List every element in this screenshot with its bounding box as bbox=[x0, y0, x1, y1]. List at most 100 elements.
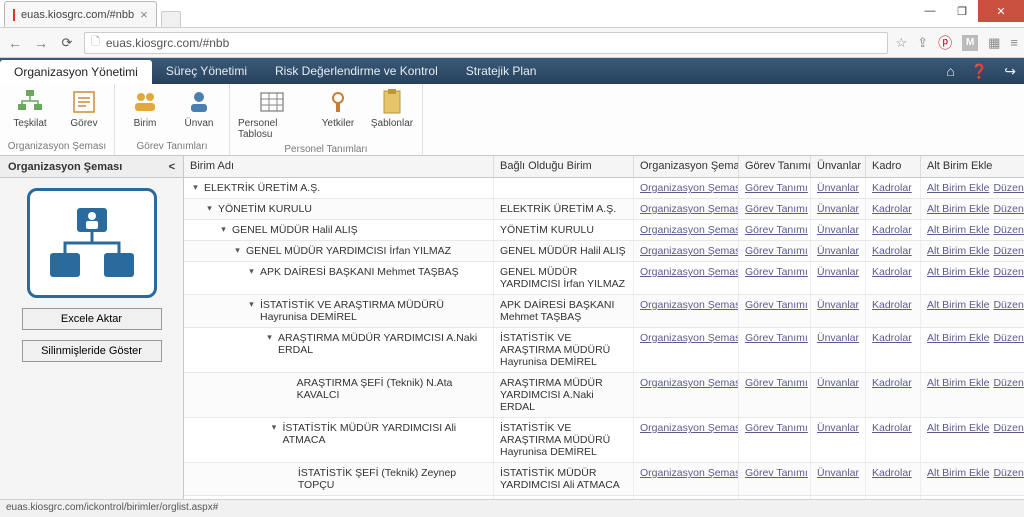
window-maximize[interactable]: ❐ bbox=[946, 0, 978, 22]
link-alt-birim-ekle[interactable]: Alt Birim Ekle bbox=[927, 467, 989, 491]
expander-icon[interactable]: ▾ bbox=[246, 266, 257, 277]
new-tab-button[interactable] bbox=[161, 11, 181, 27]
link-kadrolar[interactable]: Kadrolar bbox=[872, 467, 912, 479]
link-org-sema[interactable]: Organizasyon Şeması bbox=[640, 332, 739, 344]
link-duzenle[interactable]: Düzenle bbox=[993, 224, 1024, 236]
link-org-sema[interactable]: Organizasyon Şeması bbox=[640, 266, 739, 278]
link-unvanlar[interactable]: Ünvanlar bbox=[817, 332, 859, 344]
link-duzenle[interactable]: Düzenle bbox=[993, 332, 1024, 368]
link-duzenle[interactable]: Düzenle bbox=[993, 299, 1024, 323]
link-alt-birim-ekle[interactable]: Alt Birim Ekle bbox=[927, 203, 989, 215]
link-unvanlar[interactable]: Ünvanlar bbox=[817, 224, 859, 236]
link-org-sema[interactable]: Organizasyon Şeması bbox=[640, 377, 739, 389]
link-gorev-tanimi[interactable]: Görev Tanımı bbox=[745, 245, 808, 257]
menu-organizasyon[interactable]: Organizasyon Yönetimi bbox=[0, 60, 152, 84]
link-unvanlar[interactable]: Ünvanlar bbox=[817, 299, 859, 311]
expander-icon[interactable]: ▾ bbox=[246, 299, 257, 310]
expander-icon[interactable]: ▾ bbox=[264, 332, 275, 343]
link-duzenle[interactable]: Düzenle bbox=[993, 182, 1024, 194]
home-icon[interactable]: ⌂ bbox=[938, 58, 962, 84]
link-unvanlar[interactable]: Ünvanlar bbox=[817, 266, 859, 278]
star-icon[interactable]: ☆ bbox=[896, 35, 908, 51]
link-org-sema[interactable]: Organizasyon Şeması bbox=[640, 299, 739, 311]
ribbon-gorev[interactable]: Görev bbox=[60, 86, 108, 131]
show-deleted-button[interactable]: Silinmişleride Göster bbox=[22, 340, 162, 362]
link-alt-birim-ekle[interactable]: Alt Birim Ekle bbox=[927, 332, 989, 368]
link-kadrolar[interactable]: Kadrolar bbox=[872, 245, 912, 257]
link-unvanlar[interactable]: Ünvanlar bbox=[817, 203, 859, 215]
link-kadrolar[interactable]: Kadrolar bbox=[872, 224, 912, 236]
ribbon-sablonlar[interactable]: Şablonlar bbox=[368, 86, 416, 142]
link-alt-birim-ekle[interactable]: Alt Birim Ekle bbox=[927, 245, 989, 257]
menu-stratejik[interactable]: Stratejik Plan bbox=[452, 58, 551, 84]
link-gorev-tanimi[interactable]: Görev Tanımı bbox=[745, 224, 808, 236]
ribbon-birim[interactable]: Birim bbox=[121, 86, 169, 131]
link-kadrolar[interactable]: Kadrolar bbox=[872, 422, 912, 434]
link-gorev-tanimi[interactable]: Görev Tanımı bbox=[745, 299, 808, 311]
menu-icon[interactable]: ≡ bbox=[1010, 35, 1018, 50]
tab-close-icon[interactable]: × bbox=[140, 7, 148, 22]
link-alt-birim-ekle[interactable]: Alt Birim Ekle bbox=[927, 299, 989, 323]
link-unvanlar[interactable]: Ünvanlar bbox=[817, 245, 859, 257]
link-alt-birim-ekle[interactable]: Alt Birim Ekle bbox=[927, 224, 989, 236]
collapse-icon[interactable]: < bbox=[169, 161, 175, 173]
browser-tab[interactable]: euas.kiosgrc.com/#nbb × bbox=[4, 1, 157, 27]
ribbon-personel-tablosu[interactable]: Personel Tablosu bbox=[236, 86, 308, 142]
omnibox[interactable]: 🗋 euas.kiosgrc.com/#nbb bbox=[84, 32, 888, 54]
ribbon-teskilat[interactable]: Teşkilat bbox=[6, 86, 54, 131]
link-org-sema[interactable]: Organizasyon Şeması bbox=[640, 467, 739, 479]
menu-surec[interactable]: Süreç Yönetimi bbox=[152, 58, 261, 84]
link-alt-birim-ekle[interactable]: Alt Birim Ekle bbox=[927, 377, 989, 413]
link-unvanlar[interactable]: Ünvanlar bbox=[817, 182, 859, 194]
link-gorev-tanimi[interactable]: Görev Tanımı bbox=[745, 422, 808, 434]
link-alt-birim-ekle[interactable]: Alt Birim Ekle bbox=[927, 266, 989, 290]
export-excel-button[interactable]: Excele Aktar bbox=[22, 308, 162, 330]
link-kadrolar[interactable]: Kadrolar bbox=[872, 203, 912, 215]
link-kadrolar[interactable]: Kadrolar bbox=[872, 377, 912, 389]
window-minimize[interactable]: — bbox=[914, 0, 946, 22]
ribbon-unvan[interactable]: Ünvan bbox=[175, 86, 223, 131]
nav-forward[interactable]: → bbox=[32, 34, 50, 52]
link-gorev-tanimi[interactable]: Görev Tanımı bbox=[745, 467, 808, 479]
expander-icon[interactable]: ▾ bbox=[232, 245, 243, 256]
link-duzenle[interactable]: Düzenle bbox=[993, 203, 1024, 215]
link-duzenle[interactable]: Düzenle bbox=[993, 422, 1024, 458]
help-icon[interactable]: ❓ bbox=[963, 58, 996, 84]
expander-icon[interactable]: ▾ bbox=[268, 422, 279, 433]
link-duzenle[interactable]: Düzenle bbox=[993, 467, 1024, 491]
link-org-sema[interactable]: Organizasyon Şeması bbox=[640, 203, 739, 215]
reload-icon[interactable]: ⟳ bbox=[58, 34, 76, 52]
link-kadrolar[interactable]: Kadrolar bbox=[872, 299, 912, 311]
link-org-sema[interactable]: Organizasyon Şeması bbox=[640, 224, 739, 236]
share-icon[interactable]: ⇪ bbox=[917, 35, 928, 51]
link-unvanlar[interactable]: Ünvanlar bbox=[817, 422, 859, 434]
link-duzenle[interactable]: Düzenle bbox=[993, 266, 1024, 290]
extension-m-icon[interactable]: M bbox=[962, 35, 978, 51]
link-gorev-tanimi[interactable]: Görev Tanımı bbox=[745, 182, 808, 194]
link-org-sema[interactable]: Organizasyon Şeması bbox=[640, 182, 739, 194]
link-alt-birim-ekle[interactable]: Alt Birim Ekle bbox=[927, 182, 989, 194]
link-org-sema[interactable]: Organizasyon Şeması bbox=[640, 422, 739, 434]
link-unvanlar[interactable]: Ünvanlar bbox=[817, 377, 859, 389]
expander-icon[interactable]: ▾ bbox=[204, 203, 215, 214]
link-org-sema[interactable]: Organizasyon Şeması bbox=[640, 245, 739, 257]
link-kadrolar[interactable]: Kadrolar bbox=[872, 182, 912, 194]
link-gorev-tanimi[interactable]: Görev Tanımı bbox=[745, 203, 808, 215]
link-kadrolar[interactable]: Kadrolar bbox=[872, 266, 912, 278]
pinterest-icon[interactable]: ⓟ bbox=[938, 33, 952, 53]
link-gorev-tanimi[interactable]: Görev Tanımı bbox=[745, 332, 808, 344]
ribbon-yetkiler[interactable]: Yetkiler bbox=[314, 86, 362, 142]
link-unvanlar[interactable]: Ünvanlar bbox=[817, 467, 859, 479]
link-duzenle[interactable]: Düzenle bbox=[993, 245, 1024, 257]
link-kadrolar[interactable]: Kadrolar bbox=[872, 332, 912, 344]
window-close[interactable]: ✕ bbox=[978, 0, 1024, 22]
forward-icon[interactable]: ↪ bbox=[996, 58, 1024, 84]
nav-back[interactable]: ← bbox=[6, 34, 24, 52]
link-alt-birim-ekle[interactable]: Alt Birim Ekle bbox=[927, 422, 989, 458]
expander-icon[interactable]: ▾ bbox=[218, 224, 229, 235]
link-gorev-tanimi[interactable]: Görev Tanımı bbox=[745, 266, 808, 278]
expander-icon[interactable]: ▾ bbox=[190, 182, 201, 193]
grid-icon[interactable]: ▦ bbox=[988, 35, 1000, 51]
menu-risk[interactable]: Risk Değerlendirme ve Kontrol bbox=[261, 58, 452, 84]
link-gorev-tanimi[interactable]: Görev Tanımı bbox=[745, 377, 808, 389]
